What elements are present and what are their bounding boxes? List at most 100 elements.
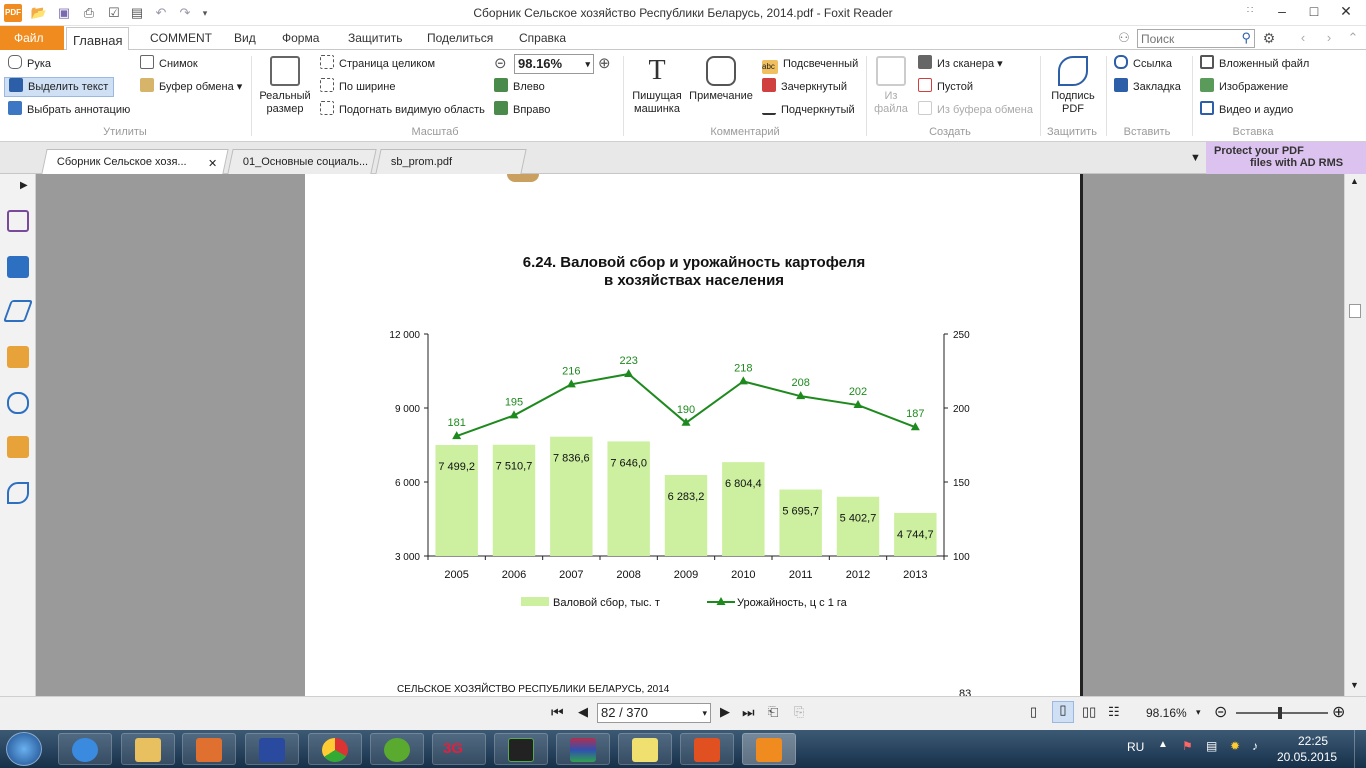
from-file-button[interactable]: Из файла [870, 56, 912, 116]
nav-back-icon[interactable]: ‹ [1294, 29, 1312, 47]
nav-up-icon[interactable]: ⌃ [1344, 29, 1362, 47]
settings-gear-icon[interactable]: ⚙ [1260, 29, 1278, 47]
clipboard-dropdown[interactable]: Буфер обмена ▾ [140, 77, 242, 97]
close-button[interactable]: ✕ [1326, 0, 1366, 22]
pdf-page[interactable]: 6.24. Валовой сбор и урожайность картофе… [305, 174, 1083, 700]
layers-icon[interactable] [2, 300, 34, 322]
taskbar-ie[interactable] [58, 733, 112, 765]
next-page-icon[interactable]: ▶ [720, 704, 730, 720]
zoom-out-icon[interactable]: ⊝ [494, 54, 507, 74]
actual-size-button[interactable]: Реальный размер [256, 56, 314, 116]
clock-time[interactable]: 22:25 [1298, 734, 1328, 748]
zoom-in-icon[interactable]: ⊕ [598, 54, 611, 74]
next-view-icon[interactable]: ⎘ [794, 704, 804, 720]
taskbar-winrar[interactable] [556, 733, 610, 765]
taskbar-media[interactable] [182, 733, 236, 765]
ad-banner[interactable]: Protect your PDF files with AD RMS [1206, 142, 1366, 174]
zoom-select[interactable]: 98.16% ▾ [514, 54, 594, 74]
tab-protect[interactable]: Защитить [340, 26, 410, 50]
doc-tab-1[interactable]: Сборник Сельское хозя... [41, 149, 229, 174]
expand-panel-icon[interactable]: ▶ [20, 180, 28, 191]
pages-icon[interactable] [7, 256, 29, 278]
page-number-input[interactable]: 82 / 370 ▾ [597, 703, 711, 723]
signatures-icon[interactable] [7, 482, 29, 504]
taskbar-chrome[interactable] [308, 733, 362, 765]
volume-icon[interactable]: ♪ [1252, 739, 1258, 753]
taskbar-save[interactable] [245, 733, 299, 765]
facing-view-icon[interactable]: ▯▯ [1082, 704, 1096, 720]
nav-forward-icon[interactable]: › [1320, 29, 1338, 47]
highlight-button[interactable]: abc Подсвеченный [762, 54, 858, 74]
search-box[interactable]: ⚲ [1137, 29, 1255, 48]
prev-page-icon[interactable]: ◀ [578, 704, 588, 720]
zoom-out-icon[interactable]: ⊝ [1214, 702, 1227, 722]
previous-view-icon[interactable]: ⎗ [768, 704, 778, 720]
doc-tab-3[interactable]: sb_prom.pdf [375, 149, 527, 174]
fit-visible-button[interactable]: Подогнать видимую область [320, 100, 485, 120]
from-scanner-button[interactable]: Из сканера ▾ [918, 54, 1003, 74]
rotate-left-button[interactable]: Влево [494, 77, 545, 97]
taskbar-app-orange[interactable] [680, 733, 734, 765]
start-button[interactable] [6, 732, 42, 766]
scroll-up-icon[interactable]: ▲ [1350, 176, 1359, 186]
first-page-icon[interactable]: ⏮ [551, 704, 564, 721]
video-audio-button[interactable]: Видео и аудио [1200, 100, 1293, 120]
zoom-slider-thumb[interactable] [1278, 707, 1282, 719]
clock-date[interactable]: 20.05.2015 [1277, 750, 1337, 764]
fit-page-button[interactable]: Страница целиком [320, 54, 435, 74]
zoom-in-icon[interactable]: ⊕ [1332, 702, 1345, 722]
image-button[interactable]: Изображение [1200, 77, 1288, 97]
zoom-slider[interactable] [1236, 707, 1328, 719]
link-button[interactable]: Ссылка [1114, 54, 1172, 74]
search-icon[interactable]: ⚲ [1241, 30, 1251, 46]
tray-app-icon[interactable]: ✹ [1230, 739, 1240, 753]
language-indicator[interactable]: RU [1127, 740, 1144, 754]
rotate-right-button[interactable]: Вправо [494, 100, 550, 120]
last-page-icon[interactable]: ⏭ [742, 704, 755, 721]
tab-form[interactable]: Форма [274, 26, 327, 50]
tab-home[interactable]: Главная [66, 27, 130, 51]
single-page-view-icon[interactable]: ▯ [1030, 704, 1037, 720]
network-icon[interactable]: ▤ [1206, 739, 1217, 753]
vertical-scrollbar[interactable]: ▲ ▼ [1344, 174, 1366, 696]
bookmarks-icon[interactable] [7, 210, 29, 232]
tray-expand-icon[interactable]: ▲ [1158, 739, 1168, 750]
tab-list-dropdown-icon[interactable]: ▼ [1190, 152, 1201, 164]
blank-button[interactable]: Пустой [918, 77, 973, 97]
tab-file[interactable]: Файл [0, 26, 64, 50]
attachment-button[interactable]: Вложенный файл [1200, 54, 1309, 74]
taskbar-utorrent[interactable] [370, 733, 424, 765]
tab-comment[interactable]: COMMENT [142, 26, 220, 50]
user-icon[interactable]: ⚇ [1115, 29, 1133, 47]
taskbar-terminal[interactable] [494, 733, 548, 765]
taskbar-3g[interactable]: 3G [432, 733, 486, 765]
hand-tool[interactable]: Рука [8, 54, 51, 74]
fit-width-button[interactable]: По ширине [320, 77, 396, 97]
tab-view[interactable]: Вид [226, 26, 264, 50]
taskbar-foxit[interactable] [742, 733, 796, 765]
select-text-tool[interactable]: Выделить текст [4, 77, 114, 97]
underline-button[interactable]: Подчеркнутый [762, 100, 855, 120]
show-desktop-button[interactable] [1354, 730, 1366, 768]
strikeout-button[interactable]: Зачеркнутый [762, 77, 847, 97]
tab-help[interactable]: Справка [511, 26, 574, 50]
select-annotation-tool[interactable]: Выбрать аннотацию [8, 100, 130, 120]
taskbar-notes[interactable] [618, 733, 672, 765]
note-button[interactable]: Примечание [688, 56, 754, 103]
comments-icon[interactable] [7, 346, 29, 368]
continuous-facing-view-icon[interactable]: ☷ [1108, 704, 1120, 720]
tab-share[interactable]: Поделиться [419, 26, 501, 50]
attachments-icon[interactable] [7, 392, 29, 414]
scroll-thumb[interactable] [1349, 304, 1361, 318]
bookmark-button[interactable]: Закладка [1114, 77, 1181, 97]
scroll-down-icon[interactable]: ▼ [1350, 680, 1359, 690]
continuous-view-icon[interactable]: ▯ [1052, 701, 1074, 723]
from-clipboard-button[interactable]: Из буфера обмена [918, 100, 1033, 120]
snapshot-tool[interactable]: Снимок [140, 54, 198, 74]
sign-pdf-button[interactable]: Подпись PDF [1044, 56, 1102, 116]
security-lock-icon[interactable] [7, 436, 29, 458]
zoom-dropdown-icon[interactable]: ▾ [1196, 707, 1201, 718]
doc-tab-2[interactable]: 01_Основные социаль... [227, 149, 377, 174]
action-center-icon[interactable]: ⚑ [1182, 739, 1193, 753]
search-input[interactable] [1141, 31, 1233, 47]
